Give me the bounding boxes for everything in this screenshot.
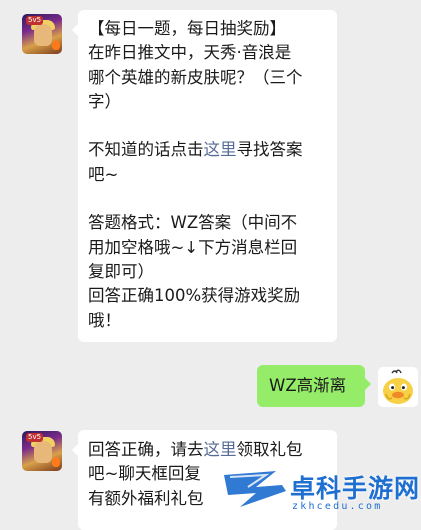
flame-icon [52, 457, 60, 467]
message-line: 哦！ [88, 310, 121, 330]
official-account-avatar[interactable]: 5v5 [22, 14, 62, 54]
game-badge: 5v5 [26, 16, 44, 25]
watermark-brand: 卓科手游网 [290, 474, 421, 503]
user-avatar[interactable] [378, 367, 418, 407]
watermark-logo-icon [224, 471, 286, 507]
link-prefix: 不知道的话点击 [88, 140, 204, 160]
site-watermark: 卓科手游网 zkhcedu.com [210, 455, 421, 519]
message-line: 回答正确100%获得游戏奖励 [88, 286, 301, 306]
message-line: 【每日一题，每日抽奖励】 [88, 19, 286, 38]
message-line: 字） [88, 91, 121, 111]
message-line: 用加空格哦~↓下方消息栏回 [88, 237, 298, 257]
hero-face [34, 441, 52, 463]
link-prefix: 回答正确，请去 [88, 440, 204, 459]
hero-face [34, 24, 52, 46]
message-line: 在昨日推文中，天秀·音浪是 [88, 43, 292, 63]
message-line: 复即可） [88, 261, 154, 281]
game-badge: 5v5 [26, 433, 44, 442]
flame-icon [52, 40, 60, 50]
link-suffix: 寻找答案 [236, 140, 303, 160]
message-line: 吧~ [88, 164, 119, 184]
official-account-avatar[interactable]: 5v5 [22, 431, 62, 471]
duck-icon [378, 367, 418, 407]
message-line: 答题格式：WZ答案（中间不 [88, 213, 298, 233]
answer-text: WZ高渐离 [269, 376, 347, 395]
message-line: 哪个英雄的新皮肤呢？（三个 [88, 67, 303, 87]
message-line-with-link: 不知道的话点击这里寻找答案 [88, 138, 327, 162]
answer-link[interactable]: 这里 [204, 140, 237, 159]
message-bubble-answer[interactable]: WZ高渐离 [257, 365, 371, 407]
watermark-url: zkhcedu.com [292, 501, 383, 512]
message-bubble-question[interactable]: 【每日一题，每日抽奖励】 在昨日推文中，天秀·音浪是 哪个英雄的新皮肤呢？（三个… [72, 10, 337, 342]
